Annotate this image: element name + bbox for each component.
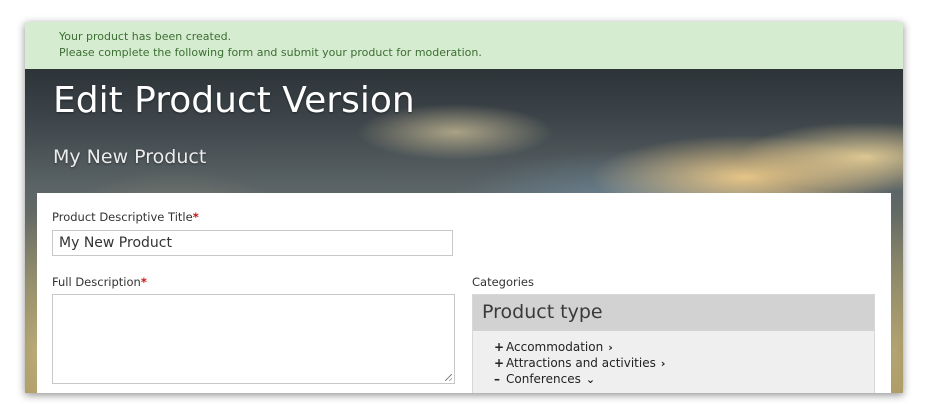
title-field-label-text: Product Descriptive Title [52,210,193,224]
chevron-right-icon: › [608,341,613,354]
success-notice: Your product has been created. Please co… [25,22,903,69]
chevron-down-icon: ⌄ [585,373,596,386]
notice-line-2: Please complete the following form and s… [59,46,482,59]
full-description-textarea[interactable] [52,294,455,384]
title-field-label: Product Descriptive Title* [52,210,199,224]
required-marker: * [192,210,199,224]
category-item-label: Conferences [506,372,581,386]
chevron-right-icon: › [660,357,666,370]
page-title: Edit Product Version [53,80,415,121]
description-field-label: Full Description* [52,275,147,289]
page-subtitle: My New Product [53,146,207,168]
category-item-attractions[interactable]: + Attractions and activities › [494,356,665,370]
category-item-conferences[interactable]: – Conferences ⌄ [494,372,595,386]
app-window: Your product has been created. Please co… [25,22,903,393]
description-field-label-text: Full Description [52,275,141,289]
category-item-label: Accommodation [506,340,604,354]
product-type-header: Product type [473,295,874,331]
category-item-accommodation[interactable]: + Accommodation › [494,340,613,354]
notice-line-1: Your product has been created. [59,30,232,43]
expand-plus-icon[interactable]: + [494,356,506,370]
collapse-minus-icon[interactable]: – [494,372,506,386]
categories-box: Product type + Accommodation › + Attraction… [472,294,875,393]
expand-plus-icon[interactable]: + [494,340,506,354]
category-item-label: Attractions and activities [506,356,656,370]
edit-form-panel: Product Descriptive Title* My New Produc… [37,193,891,393]
resize-handle-icon[interactable] [445,374,452,381]
product-title-input[interactable]: My New Product [52,230,453,256]
categories-label: Categories [472,275,534,289]
required-marker: * [140,275,147,289]
